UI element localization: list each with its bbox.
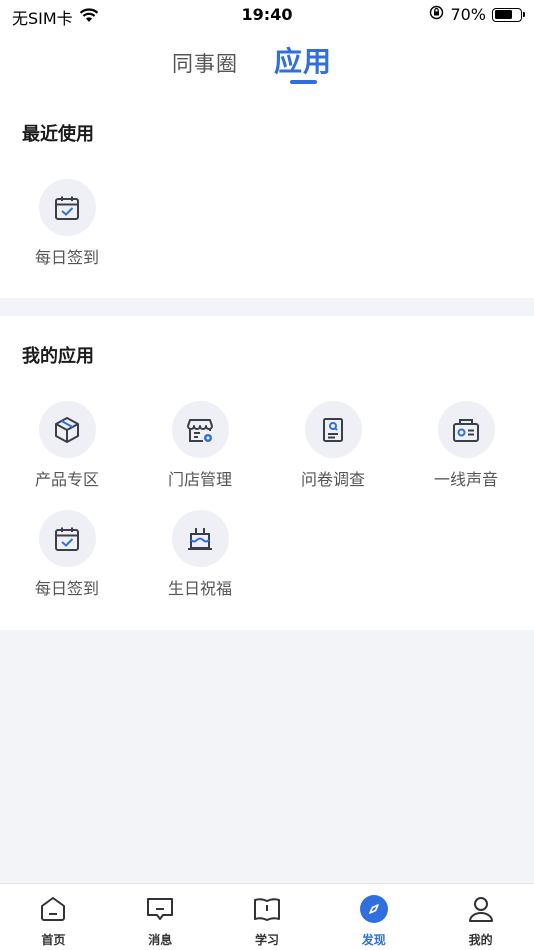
app-frontline-voice[interactable]: 一线声音 bbox=[411, 401, 521, 490]
app-daily-checkin[interactable]: 每日签到 bbox=[12, 510, 122, 599]
app-daily-checkin-recent[interactable]: 每日签到 bbox=[12, 179, 122, 268]
battery-percent: 70% bbox=[450, 5, 486, 24]
app-label: 每日签到 bbox=[34, 248, 99, 267]
my-apps-section-title: 我的应用 bbox=[22, 346, 94, 367]
tab-label: 首页 bbox=[41, 933, 66, 947]
recent-section: 最近使用 每日签到 bbox=[0, 100, 534, 298]
cube-icon bbox=[38, 401, 96, 458]
message-icon bbox=[144, 893, 176, 925]
app-label: 一线声音 bbox=[433, 470, 498, 489]
home-icon bbox=[37, 893, 69, 925]
recent-section-title: 最近使用 bbox=[22, 124, 94, 145]
tab-me[interactable]: 我的 bbox=[427, 884, 534, 950]
tab-label: 发现 bbox=[361, 933, 386, 947]
tab-home[interactable]: 首页 bbox=[0, 884, 107, 950]
app-birthday-wishes[interactable]: 生日祝福 bbox=[145, 510, 255, 599]
app-label: 产品专区 bbox=[34, 470, 99, 489]
tab-discover[interactable]: 发现 bbox=[320, 884, 427, 950]
orientation-lock-icon bbox=[429, 5, 444, 24]
birthday-cake-icon bbox=[171, 510, 229, 567]
app-label: 每日签到 bbox=[34, 579, 99, 598]
radio-icon bbox=[437, 401, 495, 458]
tab-label: 学习 bbox=[254, 933, 279, 947]
status-right: 70% bbox=[429, 5, 525, 24]
my-apps-section: 我的应用 产品专区 门店管理 问卷调查 一线声音 每日签到 生日祝福 bbox=[0, 316, 534, 630]
app-survey[interactable]: 问卷调查 bbox=[278, 401, 388, 490]
tab-apps[interactable]: 应用 bbox=[274, 40, 332, 80]
app-store-management[interactable]: 门店管理 bbox=[145, 401, 255, 490]
active-tab-indicator bbox=[290, 80, 317, 84]
calendar-check-icon bbox=[38, 179, 96, 236]
battery-level bbox=[494, 10, 512, 19]
survey-icon bbox=[304, 401, 362, 458]
calendar-check-icon bbox=[38, 510, 96, 567]
compass-icon bbox=[358, 893, 390, 925]
tab-label: 消息 bbox=[148, 933, 173, 947]
battery-icon bbox=[492, 7, 525, 22]
compass-icon-bg bbox=[359, 895, 388, 923]
app-label: 门店管理 bbox=[167, 470, 232, 489]
tab-label: 我的 bbox=[468, 933, 493, 947]
tab-messages[interactable]: 消息 bbox=[107, 884, 214, 950]
book-icon bbox=[251, 893, 283, 925]
status-bar: 无SIM卡 19:40 70% bbox=[0, 0, 534, 30]
store-settings-icon bbox=[171, 401, 229, 458]
tab-learning[interactable]: 学习 bbox=[214, 884, 321, 950]
header-tabs: 同事圈 应用 bbox=[0, 30, 534, 100]
app-label: 问卷调查 bbox=[300, 470, 365, 489]
tab-colleague-circle[interactable]: 同事圈 bbox=[172, 48, 238, 78]
app-product-zone[interactable]: 产品专区 bbox=[12, 401, 122, 490]
bottom-tab-bar: 首页 消息 学习 发现 我的 bbox=[0, 883, 534, 950]
app-label: 生日祝福 bbox=[167, 579, 232, 598]
user-icon bbox=[465, 893, 497, 925]
